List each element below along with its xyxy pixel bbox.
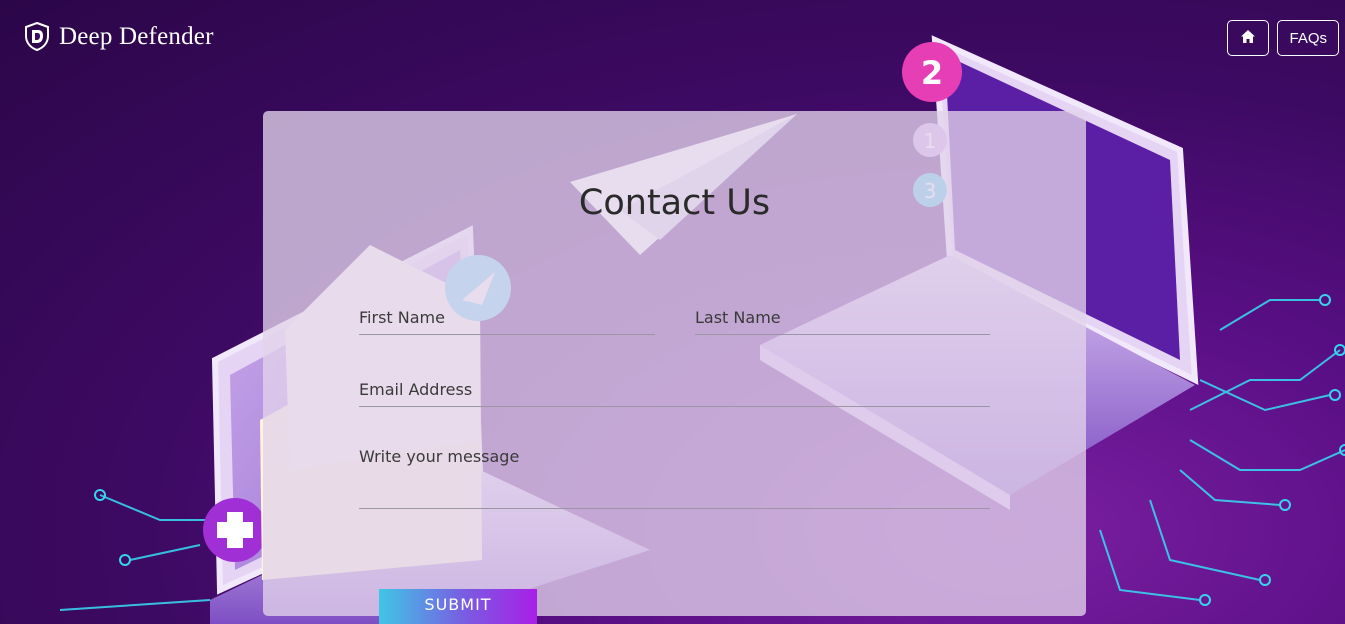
message-field xyxy=(359,445,990,509)
submit-button[interactable]: SUBMIT xyxy=(379,589,537,624)
brand-name: Deep Defender xyxy=(59,22,214,50)
home-button[interactable] xyxy=(1227,20,1270,56)
first-name-input[interactable] xyxy=(359,301,655,334)
svg-text:2: 2 xyxy=(921,54,943,92)
last-name-input[interactable] xyxy=(695,301,990,334)
brand[interactable]: Deep Defender xyxy=(24,22,214,51)
last-name-field xyxy=(695,301,990,335)
email-field xyxy=(359,373,990,407)
home-icon xyxy=(1240,29,1256,48)
shield-d-logo-icon xyxy=(24,22,50,51)
top-nav: FAQs xyxy=(1227,20,1339,56)
page-title: Contact Us xyxy=(578,183,771,223)
faqs-button[interactable]: FAQs xyxy=(1277,20,1339,56)
plus-badge-art xyxy=(203,498,267,562)
email-input[interactable] xyxy=(359,373,990,406)
contact-form: Contact Us SUBMIT xyxy=(263,111,1086,624)
first-name-field xyxy=(359,301,655,335)
message-input[interactable] xyxy=(359,445,990,508)
